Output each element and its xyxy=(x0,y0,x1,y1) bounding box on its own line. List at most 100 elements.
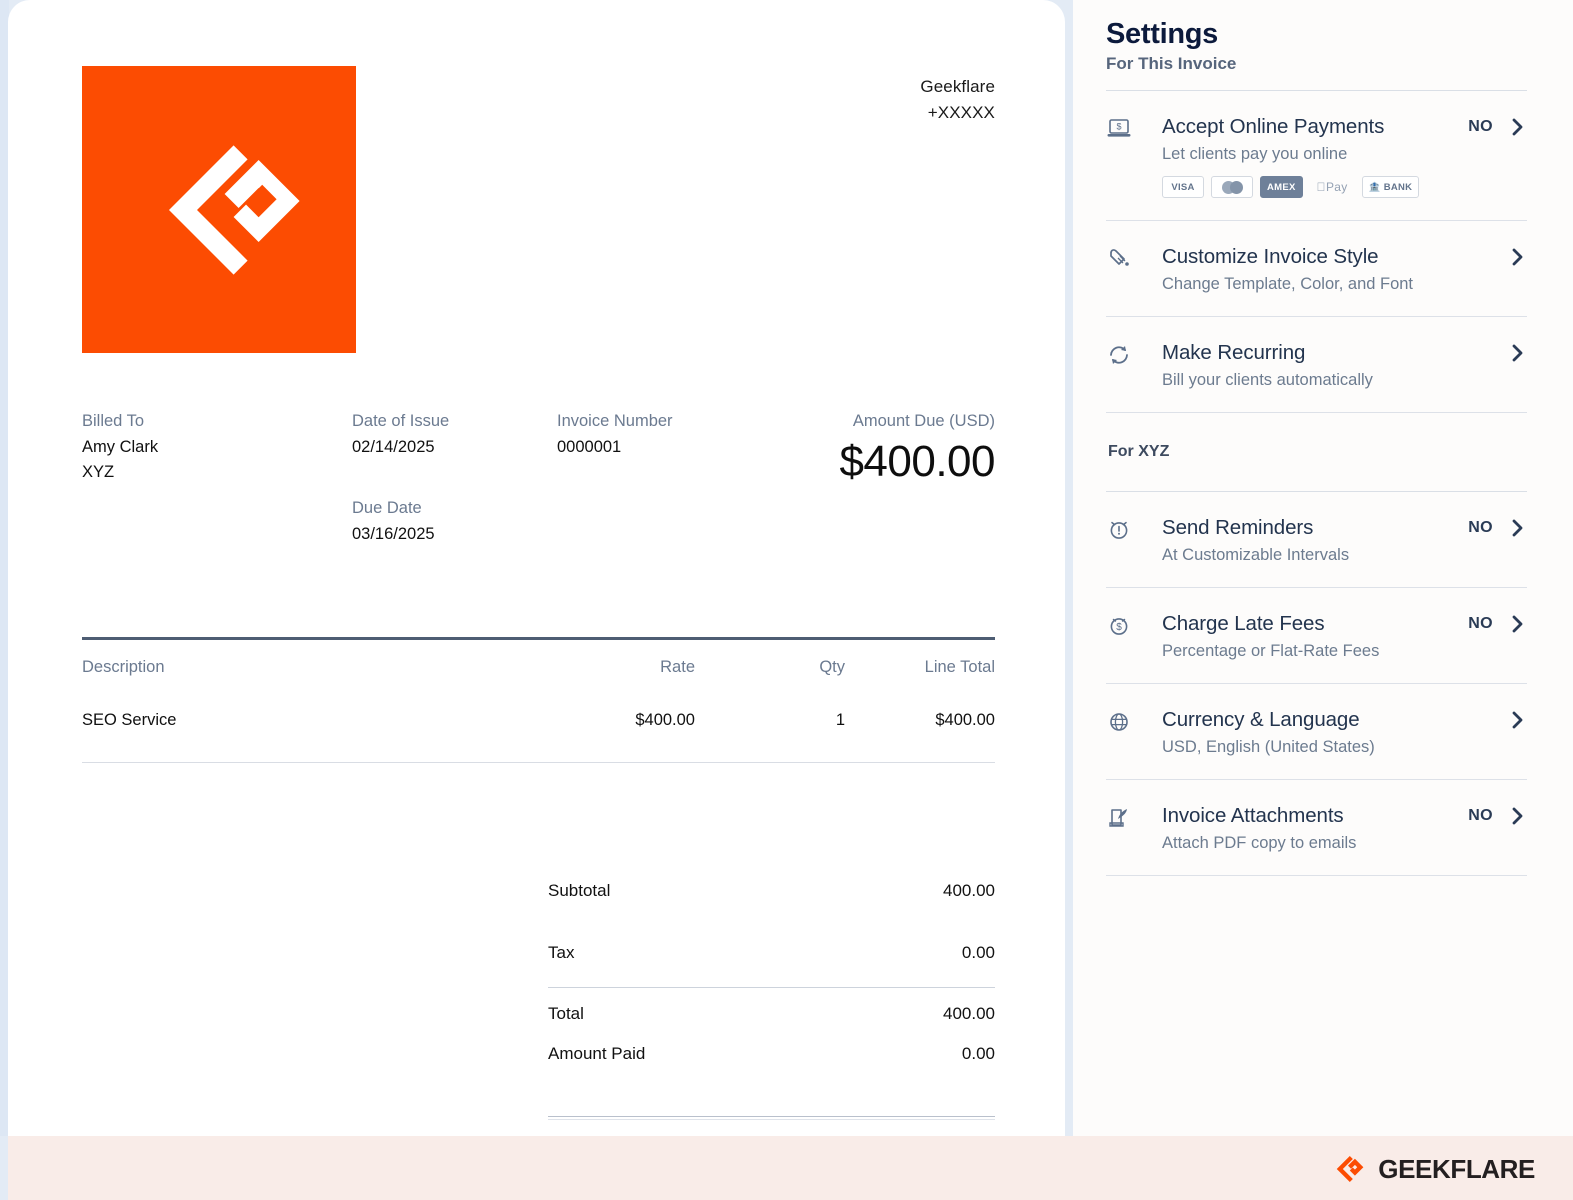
svg-text:$: $ xyxy=(1116,622,1122,633)
bank-badge: 🏦 BANK xyxy=(1361,176,1420,198)
amount-due-final-line: Amount Due (USD) $400.00 xyxy=(548,1120,995,1136)
setting-title-line: Make Recurring xyxy=(1162,341,1527,365)
setting-send-reminders[interactable]: Send Reminders NO At Customizable Interv… xyxy=(1106,492,1527,588)
setting-description: USD, English (United States) xyxy=(1162,738,1375,756)
section-heading-client: For XYZ xyxy=(1108,443,1170,460)
document-quill-icon xyxy=(1106,804,1140,830)
setting-body: Send Reminders NO At Customizable Interv… xyxy=(1140,516,1527,565)
setting-description: Change Template, Color, and Font xyxy=(1162,275,1414,293)
apple-icon:  xyxy=(1317,180,1326,194)
invoice-number-label: Invoice Number xyxy=(557,412,673,430)
setting-title-line: Charge Late Fees NO xyxy=(1162,612,1527,636)
recurring-arrows-icon xyxy=(1106,341,1140,367)
dates-block: Date of Issue 02/14/2025 Due Date 03/16/… xyxy=(352,409,557,547)
chevron-right-icon[interactable] xyxy=(1509,807,1527,825)
apple-pay-label: Pay xyxy=(1319,180,1347,194)
mastercard-badge xyxy=(1211,176,1253,198)
chevron-right-icon[interactable] xyxy=(1509,615,1527,633)
setting-title-line: Invoice Attachments NO xyxy=(1162,804,1527,828)
cell-description: SEO Service xyxy=(82,711,177,730)
due-date-value: 03/16/2025 xyxy=(352,524,435,543)
paint-brush-icon xyxy=(1106,245,1140,271)
chevron-right-icon[interactable] xyxy=(1509,118,1527,136)
setting-body: Make Recurring Bill your clients automat… xyxy=(1140,341,1527,390)
setting-make-recurring[interactable]: Make Recurring Bill your clients automat… xyxy=(1106,317,1527,413)
subtotal-line: Subtotal 400.00 xyxy=(548,871,995,911)
setting-body: Invoice Attachments NO Attach PDF copy t… xyxy=(1140,804,1527,853)
tax-label: Tax xyxy=(548,943,575,963)
app-root: Geekflare +XXXXX Billed To Amy Clark XYZ… xyxy=(0,0,1573,1200)
setting-title: Send Reminders xyxy=(1162,516,1314,539)
tax-line[interactable]: Tax 0.00 xyxy=(548,933,995,973)
meta-gap xyxy=(352,460,557,496)
setting-body: Customize Invoice Style Change Template,… xyxy=(1140,245,1527,294)
bank-icon: 🏦 xyxy=(1365,181,1381,193)
status-badge: NO xyxy=(1468,615,1493,632)
invoice-header: Geekflare +XXXXX xyxy=(82,66,995,353)
totals-block: Subtotal 400.00 Tax 0.00 Total 400.00 Am… xyxy=(548,871,995,1136)
subtotal-value: 400.00 xyxy=(943,881,995,901)
billed-to-name: Amy Clark xyxy=(82,437,159,456)
chevron-right-icon[interactable] xyxy=(1509,344,1527,362)
setting-description: Attach PDF copy to emails xyxy=(1162,834,1357,852)
geekflare-mark-icon xyxy=(1336,1155,1364,1183)
totals-separator xyxy=(548,987,995,989)
chevron-right-icon[interactable] xyxy=(1509,711,1527,729)
setting-title: Accept Online Payments xyxy=(1162,115,1385,138)
settings-title: Settings xyxy=(1106,18,1218,50)
setting-invoice-attachments[interactable]: Invoice Attachments NO Attach PDF copy t… xyxy=(1106,780,1527,876)
amount-due-value: $400.00 xyxy=(839,436,995,486)
total-value: 400.00 xyxy=(943,1004,995,1024)
late-fee-clock-icon: $ xyxy=(1106,612,1140,638)
chevron-right-icon[interactable] xyxy=(1509,519,1527,537)
setting-title: Currency & Language xyxy=(1162,708,1360,731)
amount-paid-line[interactable]: Amount Paid 0.00 xyxy=(548,1034,995,1074)
settings-subtitle: For This Invoice xyxy=(1106,54,1237,73)
settings-panel: Settings For This Invoice $ Accept Onlin… xyxy=(1073,0,1573,1136)
tax-value: 0.00 xyxy=(961,943,995,963)
amount-paid-value: 0.00 xyxy=(961,1044,995,1064)
date-of-issue-label: Date of Issue xyxy=(352,412,450,430)
amount-due-block: Amount Due (USD) $400.00 xyxy=(745,409,995,547)
table-row[interactable]: SEO Service $400.00 1 $400.00 xyxy=(82,683,995,764)
payment-method-badges: VISA AMEX Pay 🏦BANK xyxy=(1162,176,1527,198)
setting-body: Charge Late Fees NO Percentage or Flat-R… xyxy=(1140,612,1527,661)
company-logo[interactable] xyxy=(82,66,356,353)
subtotal-label: Subtotal xyxy=(548,881,611,901)
chevron-right-icon[interactable] xyxy=(1509,248,1527,266)
setting-title: Customize Invoice Style xyxy=(1162,245,1379,268)
status-badge: NO xyxy=(1468,807,1493,824)
date-of-issue-group[interactable]: Date of Issue 02/14/2025 xyxy=(352,409,557,460)
business-name: Geekflare xyxy=(920,77,995,96)
setting-body: Currency & Language USD, English (United… xyxy=(1140,708,1527,757)
setting-charge-late-fees[interactable]: $ Charge Late Fees NO Percentage or Flat… xyxy=(1106,588,1527,684)
invoice-number-block[interactable]: Invoice Number 0000001 xyxy=(557,409,745,547)
setting-title-line: Accept Online Payments NO xyxy=(1162,115,1527,139)
svg-text:$: $ xyxy=(1116,122,1121,132)
geekflare-logo-icon xyxy=(168,144,300,275)
setting-description: At Customizable Intervals xyxy=(1162,546,1350,564)
invoice-meta: Billed To Amy Clark XYZ Date of Issue 02… xyxy=(82,409,996,547)
cell-line-total: $400.00 xyxy=(935,711,995,730)
invoice-number-value: 0000001 xyxy=(557,437,622,456)
setting-title: Invoice Attachments xyxy=(1162,804,1344,827)
bank-label: BANK xyxy=(1380,181,1412,193)
total-line: Total 400.00 xyxy=(548,994,995,1034)
status-badge: NO xyxy=(1468,118,1493,135)
billed-to-block[interactable]: Billed To Amy Clark XYZ xyxy=(82,409,352,547)
due-date-group[interactable]: Due Date 03/16/2025 xyxy=(352,496,557,547)
amount-due-label: Amount Due (USD) xyxy=(852,412,995,430)
setting-accept-online-payments[interactable]: $ Accept Online Payments NO Let clients … xyxy=(1106,91,1527,221)
setting-title: Make Recurring xyxy=(1162,341,1306,364)
header-qty: Qty xyxy=(819,658,845,677)
globe-icon xyxy=(1106,708,1140,734)
due-date-label: Due Date xyxy=(352,499,422,518)
setting-description: Bill your clients automatically xyxy=(1162,371,1373,389)
setting-body: Accept Online Payments NO Let clients pa… xyxy=(1140,115,1527,198)
setting-customize-invoice-style[interactable]: Customize Invoice Style Change Template,… xyxy=(1106,221,1527,317)
amount-paid-label: Amount Paid xyxy=(548,1044,646,1064)
business-info: Geekflare +XXXXX xyxy=(920,66,995,125)
apple-pay-badge: Pay xyxy=(1310,176,1355,198)
setting-currency-language[interactable]: Currency & Language USD, English (United… xyxy=(1106,684,1527,780)
setting-title-line: Currency & Language xyxy=(1162,708,1527,732)
